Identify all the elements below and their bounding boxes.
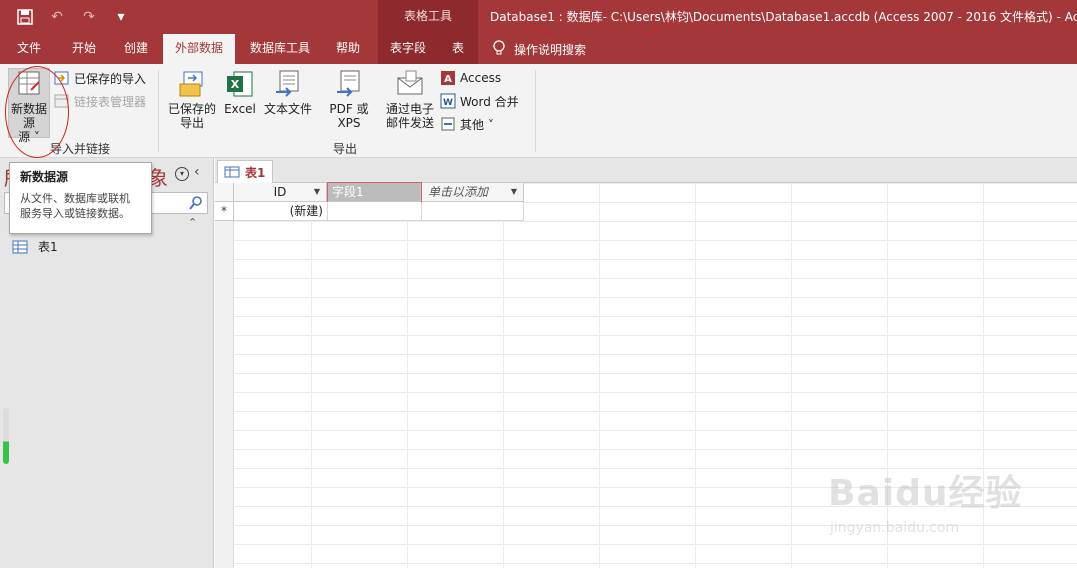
cell-id-new[interactable]: (新建) <box>234 202 328 221</box>
tab-help[interactable]: 帮助 <box>326 34 370 64</box>
column-header-label: 单击以添加 <box>428 185 489 199</box>
tab-table[interactable]: 表 <box>438 34 478 64</box>
column-header-id[interactable]: ID ▼ <box>234 183 327 202</box>
svg-text:A: A <box>444 74 452 85</box>
document-tab-label: 表1 <box>245 165 266 180</box>
tab-create[interactable]: 创建 <box>112 34 160 64</box>
group-separator <box>158 70 159 152</box>
nav-menu-dropdown-icon[interactable]: ▾ <box>175 167 189 181</box>
export-text-file-button[interactable]: 文本文件 <box>262 68 314 116</box>
scroll-indicator[interactable] <box>3 408 9 464</box>
cell-add-field-new[interactable] <box>422 202 524 221</box>
svg-text:X: X <box>231 78 240 91</box>
tell-me-search[interactable]: 操作说明搜索 <box>492 34 586 64</box>
tooltip-new-data-source: 新数据源 从文件、数据库或联机 服务导入或链接数据。 <box>9 162 152 234</box>
column-header-field1[interactable]: 字段1 <box>327 182 422 203</box>
saved-exports-icon <box>179 71 203 97</box>
annotation-oval <box>5 66 69 158</box>
watermark-url: jingyan.baidu.com <box>830 520 960 536</box>
tab-home[interactable]: 开始 <box>58 34 110 64</box>
pdf-xps-label: PDF 或 XPS <box>329 102 369 130</box>
select-all-corner[interactable] <box>215 183 234 202</box>
tab-table-fields[interactable]: 表字段 <box>378 34 438 64</box>
tooltip-description-2: 服务导入或链接数据。 <box>20 207 130 220</box>
access-window: ↶ ↷ ▾ 表格工具 Database1 : 数据库- C:\Users\林钧\… <box>0 0 1077 568</box>
access-icon: A <box>441 71 455 85</box>
tab-database-tools[interactable]: 数据库工具 <box>240 34 320 64</box>
export-access-button[interactable]: A Access <box>440 68 501 88</box>
word-merge-icon: W <box>440 93 456 109</box>
saved-imports-button[interactable]: 已保存的导入 <box>54 68 146 88</box>
export-excel-button[interactable]: X Excel <box>222 68 258 116</box>
document-tab-table1[interactable]: 表1 <box>217 160 273 183</box>
more-export-button[interactable]: 其他 ˅ <box>440 114 494 134</box>
column-header-label: ID <box>273 185 287 199</box>
saved-imports-label: 已保存的导入 <box>74 71 147 86</box>
tell-me-label: 操作说明搜索 <box>514 42 587 57</box>
export-group-label: 导出 <box>332 142 357 156</box>
tab-external-data[interactable]: 外部数据 <box>163 34 235 64</box>
export-email-button[interactable]: 通过电子 邮件发送 <box>384 68 436 130</box>
customize-icon[interactable]: ▾ <box>110 6 132 28</box>
cell-field1-new[interactable] <box>328 202 422 221</box>
column-header-label: 字段1 <box>332 185 364 199</box>
quick-access-toolbar: ↶ ↷ ▾ <box>14 6 132 28</box>
contextual-tab-label: 表格工具 <box>403 9 452 23</box>
word-merge-button[interactable]: W Word 合并 <box>440 91 519 111</box>
save-icon[interactable] <box>14 6 36 28</box>
chevron-down-icon[interactable]: ▼ <box>314 183 320 201</box>
table-icon <box>224 166 240 178</box>
chevron-up-icon[interactable]: ⌃ <box>188 216 197 229</box>
search-icon[interactable] <box>188 195 204 211</box>
record-selector-strip <box>215 221 234 568</box>
lightbulb-icon <box>492 39 506 59</box>
redo-icon[interactable]: ↷ <box>78 6 100 28</box>
pdf-xps-icon <box>337 70 360 97</box>
new-record-marker[interactable]: * <box>215 202 234 221</box>
column-header-add-field[interactable]: 单击以添加 ▼ <box>422 183 524 202</box>
saved-exports-label-1: 已保存的 <box>167 102 216 116</box>
tooltip-title: 新数据源 <box>20 170 69 184</box>
text-file-icon <box>276 70 299 97</box>
more-label: 其他 ˅ <box>460 117 494 132</box>
tab-file[interactable]: 文件 <box>6 34 52 64</box>
title-bar: ↶ ↷ ▾ 表格工具 Database1 : 数据库- C:\Users\林钧\… <box>0 0 1077 64</box>
email-icon <box>397 70 423 95</box>
collapse-pane-icon[interactable]: ‹ <box>194 164 200 180</box>
export-pdf-xps-button[interactable]: PDF 或 XPS <box>316 68 382 130</box>
nav-item-table1[interactable]: 表1 <box>12 238 58 255</box>
word-merge-label: Word 合并 <box>460 94 519 109</box>
chevron-down-icon[interactable]: ▼ <box>511 183 517 201</box>
tooltip-description-1: 从文件、数据库或联机 <box>20 192 130 205</box>
text-file-label: 文本文件 <box>263 102 312 116</box>
document-tab-strip: 表1 <box>215 158 1077 183</box>
nav-item-label: 表1 <box>38 240 58 254</box>
saved-exports-button[interactable]: 已保存的 导出 <box>166 68 218 130</box>
ribbon: 新数据源 源 ˅ 已保存的导入 链接表管理器 导入并链接 已保存的 导出 X E… <box>0 64 1077 158</box>
baidu-watermark: Baidu经验 jingyan.baidu.com <box>828 458 1028 548</box>
email-label-1: 通过电子 <box>385 102 434 116</box>
undo-icon[interactable]: ↶ <box>46 6 68 28</box>
linked-table-manager-label: 链接表管理器 <box>74 94 147 109</box>
excel-label: Excel <box>224 102 256 116</box>
saved-exports-label-2: 导出 <box>179 116 204 130</box>
group-separator <box>535 70 536 152</box>
excel-icon: X <box>227 71 253 97</box>
table-icon <box>12 240 28 253</box>
email-label-2: 邮件发送 <box>385 116 434 130</box>
watermark-brand: Baidu经验 <box>828 473 1023 514</box>
access-label: Access <box>460 71 502 85</box>
ribbon-tabs: 文件 开始 创建 外部数据 数据库工具 帮助 表字段 表 操作说明搜索 <box>0 34 1077 64</box>
more-icon <box>441 117 455 131</box>
svg-text:W: W <box>443 98 453 108</box>
